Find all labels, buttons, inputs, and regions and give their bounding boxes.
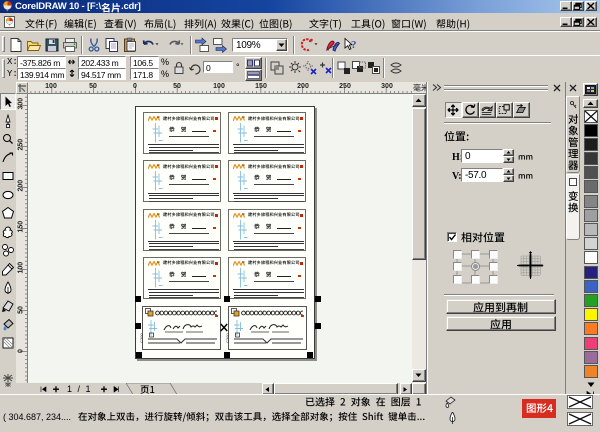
svg-text:?: ?	[351, 39, 357, 51]
